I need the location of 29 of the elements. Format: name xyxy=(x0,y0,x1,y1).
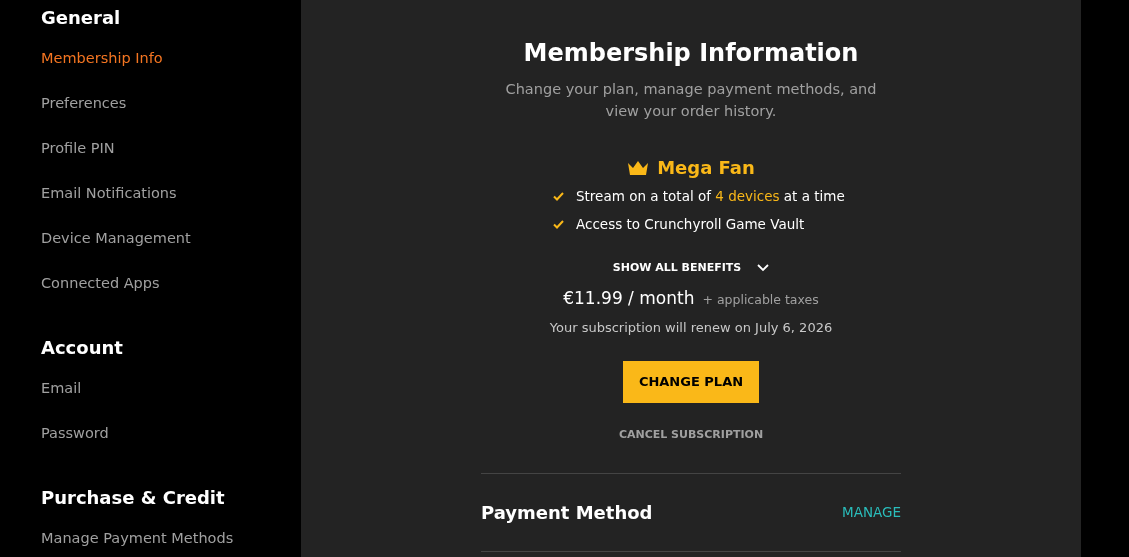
page-subtitle: Change your plan, manage payment methods, and view your order history. xyxy=(504,80,878,121)
sidebar-link[interactable]: Email Notifications xyxy=(41,180,301,225)
check-icon xyxy=(553,191,564,201)
section-heading: Purchase & Credit xyxy=(41,486,226,510)
sidebar-link[interactable]: Manage Payment Methods xyxy=(41,525,301,557)
renewal-text: Your subscription will renew on July 6, 2026 xyxy=(548,318,834,337)
price-text: €11.99 / month xyxy=(563,287,695,310)
manage-link[interactable]: MANAGE xyxy=(842,501,901,523)
section-title: Payment Method xyxy=(481,500,653,525)
sidebar-link[interactable]: Preferences xyxy=(41,90,301,135)
sidebar-link[interactable]: Email xyxy=(41,375,301,420)
taxes-note: + applicable taxes xyxy=(702,291,819,309)
section-heading: Account xyxy=(41,336,124,360)
sidebar-link[interactable]: Profile PIN xyxy=(41,135,301,180)
show-benefits-button[interactable]: SHOW ALL BENEFITS xyxy=(612,260,770,277)
sidebar-link[interactable]: Password xyxy=(41,420,301,465)
chevron-icon xyxy=(757,264,770,273)
sidebar-link[interactable]: Membership Info xyxy=(41,45,301,90)
cancel-subscription-link[interactable]: CANCEL SUBSCRIPTION xyxy=(618,426,764,443)
change-plan-button[interactable]: CHANGE PLAN xyxy=(622,361,760,403)
benefit-text: Stream on a total of 4 devices at a time xyxy=(576,187,845,206)
crown-icon xyxy=(627,160,650,176)
page-title: Membership Information xyxy=(522,38,860,69)
section-heading: General xyxy=(41,6,122,30)
sidebar-link[interactable]: Device Management xyxy=(41,225,301,270)
sidebar-link[interactable]: Connected Apps xyxy=(41,270,301,315)
plan-name: Mega Fan xyxy=(657,156,755,180)
benefit-text: Access to Crunchyroll Game Vault xyxy=(576,215,805,234)
check-icon xyxy=(553,219,564,229)
